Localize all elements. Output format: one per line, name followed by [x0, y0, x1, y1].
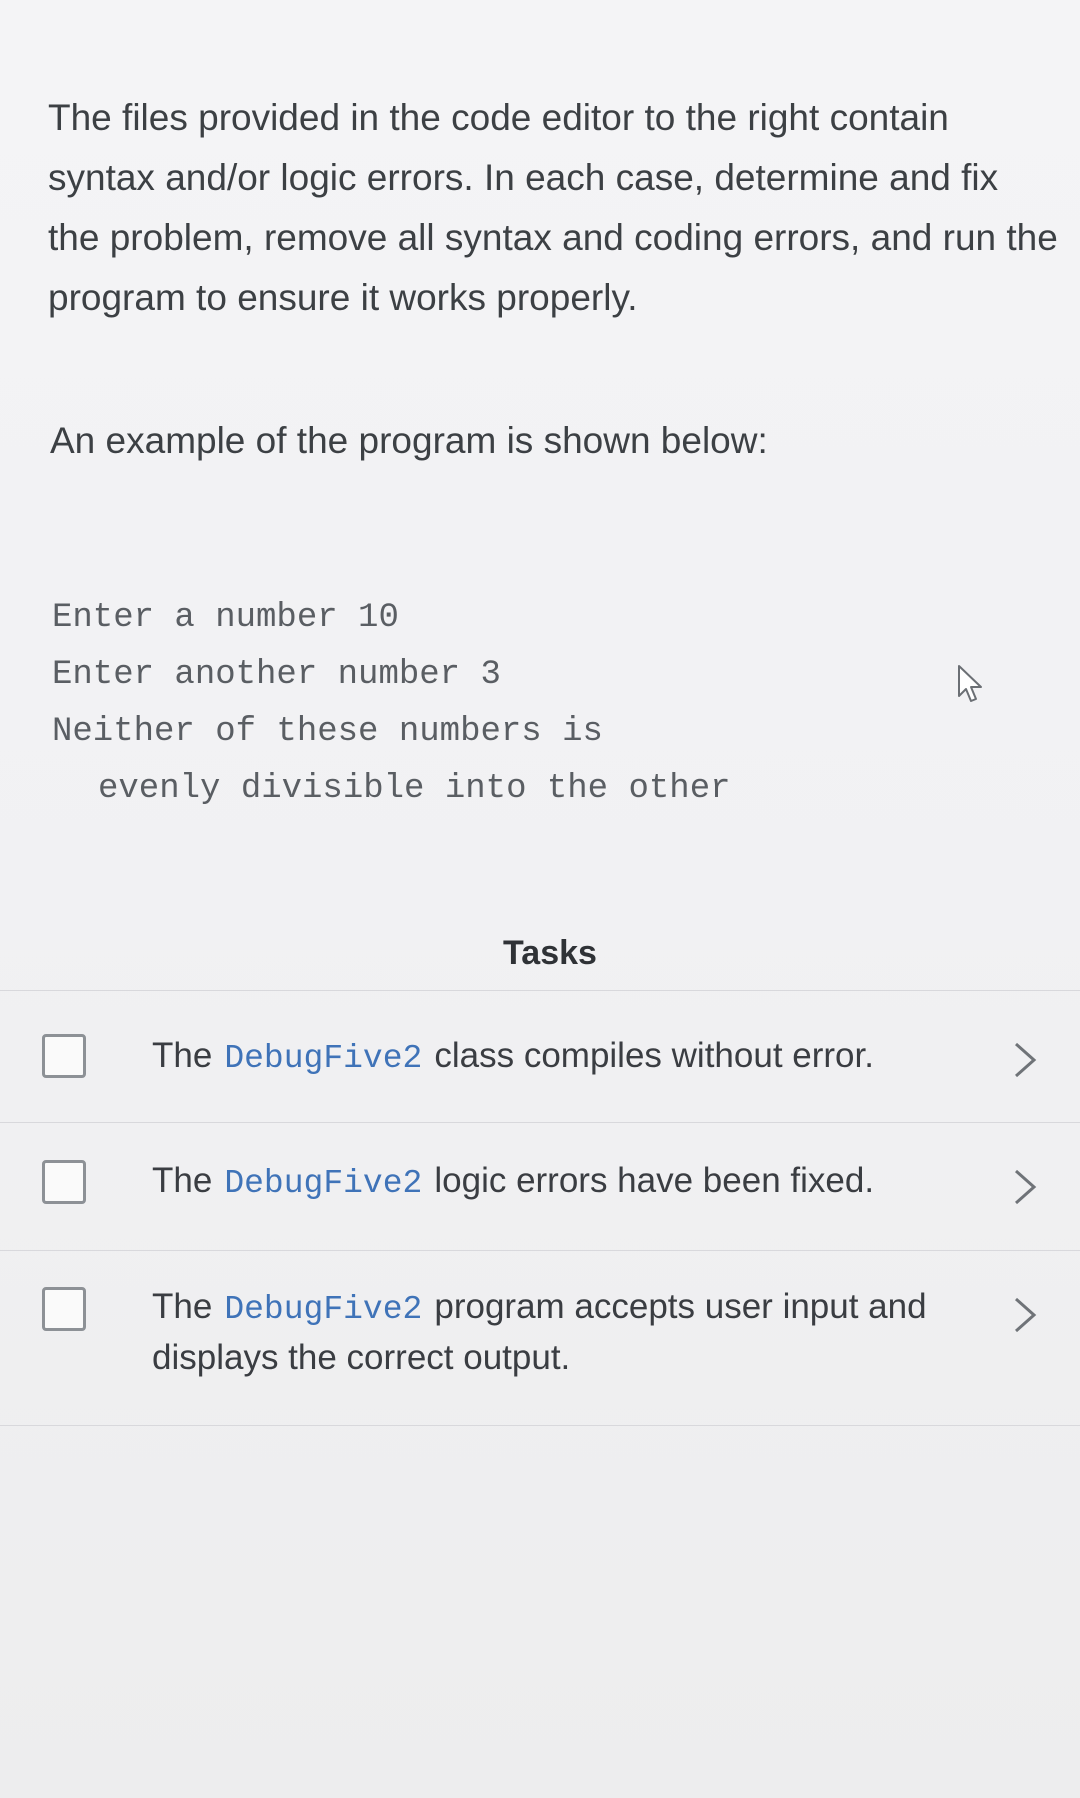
console-line: Enter a number 10 — [52, 599, 399, 637]
intro-paragraph: The files provided in the code editor to… — [48, 97, 1058, 318]
task-label: The DebugFive2 logic errors have been fixe… — [152, 1157, 942, 1208]
task-divider — [0, 1425, 1080, 1426]
task-item-logic-errors[interactable]: The DebugFive2 logic errors have been fixe… — [0, 1125, 1080, 1247]
task-divider — [0, 1122, 1080, 1123]
example-console-output: Enter a number 10 Enter another number 3… — [52, 590, 731, 818]
task-label: The DebugFive2 program accepts user input … — [152, 1283, 942, 1382]
console-line: Enter another number 3 — [52, 656, 501, 694]
task-prefix: The — [152, 1287, 213, 1326]
class-name-code: DebugFive2 — [224, 1291, 423, 1328]
class-name-code: DebugFive2 — [224, 1040, 423, 1077]
task-divider — [0, 990, 1080, 991]
example-heading: An example of the program is shown below… — [50, 420, 768, 461]
console-line: Neither of these numbers is — [52, 713, 603, 751]
tasks-title: Tasks — [503, 934, 597, 972]
task-prefix: The — [152, 1036, 213, 1075]
task-checkbox[interactable] — [42, 1160, 86, 1204]
task-divider — [0, 1250, 1080, 1251]
task-item-user-input[interactable]: The DebugFive2 program accepts user input … — [0, 1255, 1080, 1415]
chevron-right-icon[interactable] — [1010, 1295, 1040, 1335]
task-checkbox[interactable] — [42, 1287, 86, 1331]
class-name-code: DebugFive2 — [224, 1165, 423, 1202]
task-label: The DebugFive2 class compiles without erro… — [152, 1032, 942, 1083]
task-checkbox[interactable] — [42, 1034, 86, 1078]
console-line: evenly divisible into the other — [98, 770, 731, 808]
task-suffix: logic errors have been fixed. — [434, 1161, 875, 1200]
task-item-compiles[interactable]: The DebugFive2 class compiles without erro… — [0, 1000, 1080, 1122]
task-suffix: class compiles without error. — [434, 1036, 874, 1075]
instructions-page: The files provided in the code editor to… — [0, 0, 1080, 1798]
task-prefix: The — [152, 1161, 213, 1200]
chevron-right-icon[interactable] — [1010, 1040, 1040, 1080]
chevron-right-icon[interactable] — [1010, 1167, 1040, 1207]
mouse-pointer-icon — [958, 665, 982, 702]
